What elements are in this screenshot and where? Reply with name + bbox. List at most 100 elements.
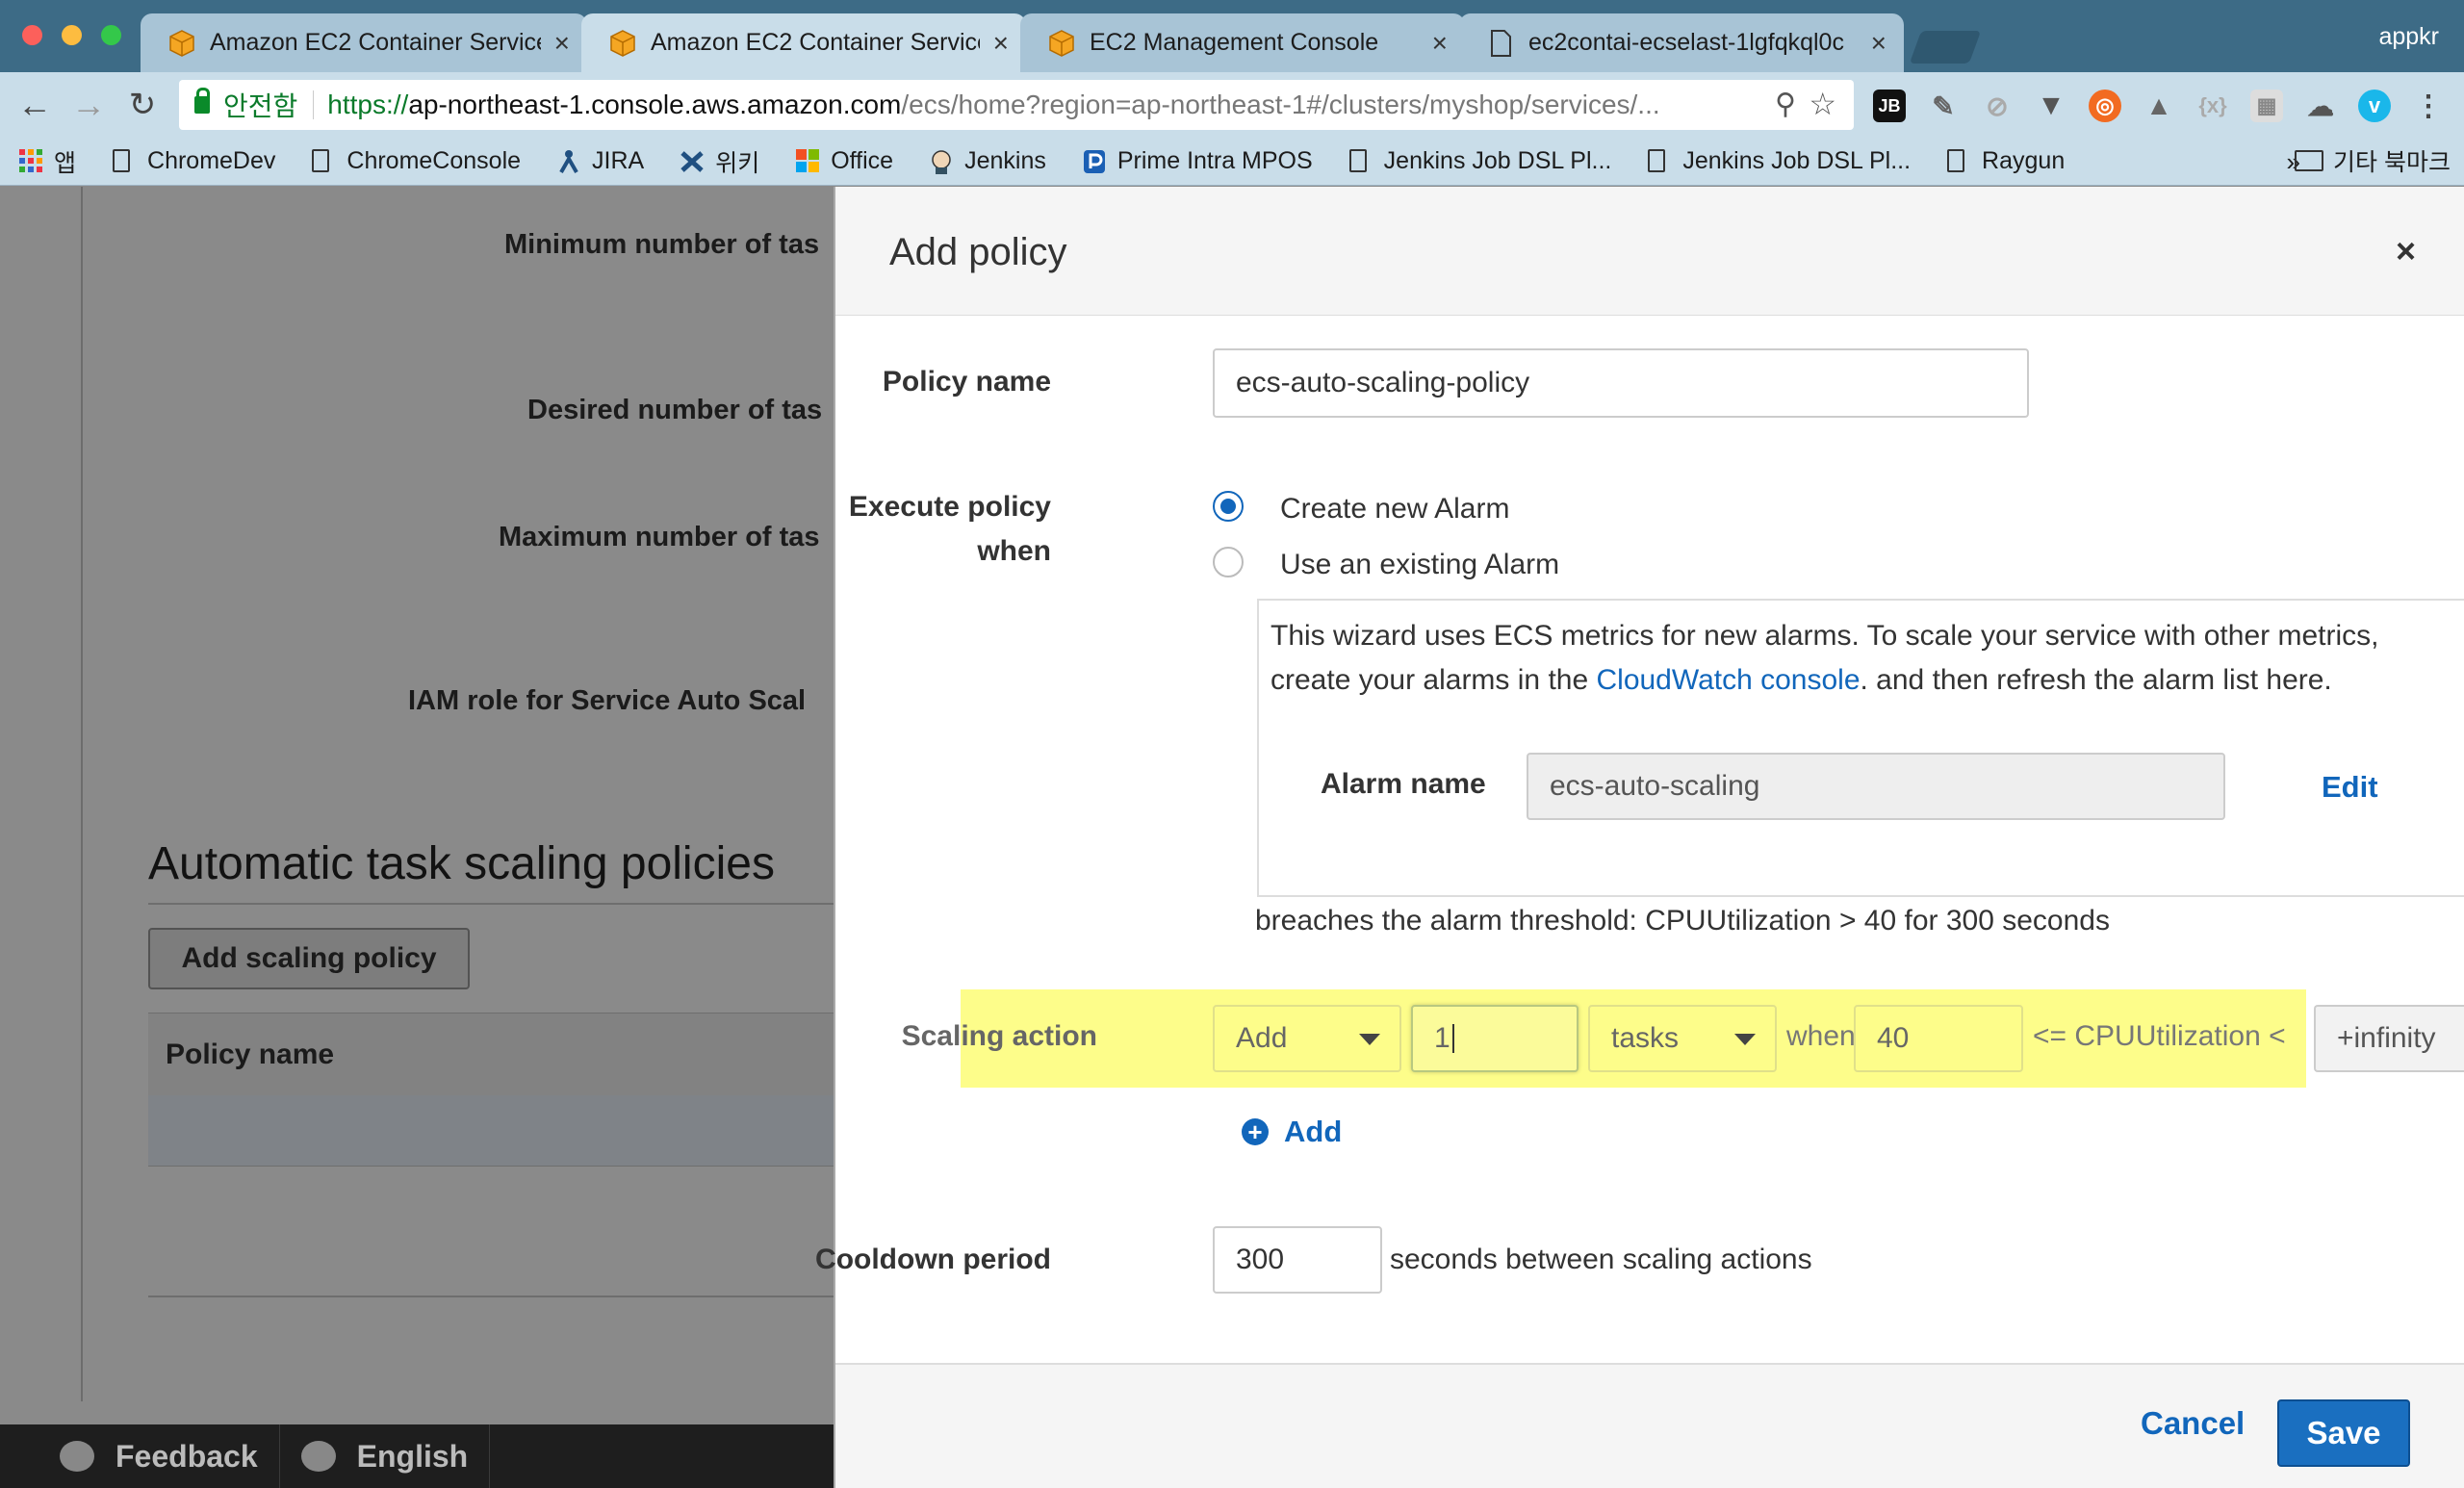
policy-name-input[interactable]: ecs-auto-scaling-policy bbox=[1213, 348, 2029, 418]
add-policy-modal: Add policy × Policy name ecs-auto-scalin… bbox=[815, 187, 2464, 1488]
close-icon[interactable]: × bbox=[2396, 231, 2416, 271]
lock-icon bbox=[194, 88, 210, 114]
mpos-icon bbox=[1083, 149, 1106, 174]
scaling-unit-value: tasks bbox=[1611, 1022, 1680, 1054]
add-step-label: Add bbox=[1284, 1115, 1343, 1148]
console-footer: Feedback English bbox=[0, 1424, 837, 1488]
tab-close-icon[interactable]: × bbox=[1871, 28, 1886, 59]
create-new-alarm-label[interactable]: Create new Alarm bbox=[1280, 493, 1509, 526]
bookmark-label: Jenkins Job DSL Pl... bbox=[1682, 147, 1912, 174]
tab-close-icon[interactable]: × bbox=[1432, 28, 1448, 59]
minimize-window-button[interactable] bbox=[62, 25, 82, 45]
browser-tab[interactable]: ec2contai-ecselast-1lgfqkql0c × bbox=[1459, 13, 1904, 72]
upper-bound-field: +infinity bbox=[2314, 1005, 2464, 1072]
modal-backdrop[interactable] bbox=[0, 187, 837, 1488]
page-icon bbox=[1488, 29, 1513, 57]
use-existing-alarm-radio[interactable] bbox=[1213, 547, 1244, 577]
vue-icon[interactable]: ▼ bbox=[2035, 90, 2067, 122]
tab-title: EC2 Management Console bbox=[1090, 29, 1379, 56]
page-icon bbox=[1348, 148, 1373, 174]
chevron-down-icon bbox=[1359, 1034, 1380, 1045]
create-new-alarm-radio[interactable] bbox=[1213, 491, 1244, 522]
other-bookmarks[interactable]: 기타 북마크 bbox=[2295, 143, 2451, 178]
plus-circle-icon: + bbox=[1242, 1118, 1269, 1145]
page-icon bbox=[1947, 148, 1970, 174]
tab-close-icon[interactable]: × bbox=[993, 28, 1009, 59]
aws-box-icon bbox=[1049, 29, 1074, 57]
bookmark-jenkins[interactable]: Jenkins bbox=[930, 147, 1046, 175]
vimeo-icon[interactable]: v bbox=[2358, 90, 2391, 122]
browser-toolbar: ← → ↻ 안전함 https:// ap-northeast-1.consol… bbox=[0, 72, 2464, 138]
bookmark-apps[interactable]: 앱 bbox=[19, 144, 76, 179]
browser-tab[interactable]: EC2 Management Console × bbox=[1020, 13, 1465, 72]
cloud-icon[interactable]: ☁ bbox=[2304, 90, 2337, 122]
globe-icon bbox=[300, 1441, 336, 1472]
new-tab-button[interactable] bbox=[1909, 31, 1982, 64]
scaling-amount-input[interactable]: 1 bbox=[1411, 1005, 1578, 1072]
bookmark-jira[interactable]: JIRA bbox=[557, 147, 644, 175]
tab-close-icon[interactable]: × bbox=[554, 28, 570, 59]
office-icon bbox=[796, 148, 820, 174]
cooldown-period-label: Cooldown period bbox=[815, 1244, 1051, 1275]
modal-title: Add policy bbox=[889, 231, 1067, 273]
ghost-icon[interactable]: ⊘ bbox=[1981, 90, 2014, 122]
feedback-button[interactable]: Feedback bbox=[0, 1424, 280, 1488]
bookmark-star-icon[interactable]: ☆ bbox=[1809, 86, 1836, 122]
profile-name[interactable]: appkr bbox=[2378, 23, 2439, 51]
language-selector[interactable]: English bbox=[280, 1424, 491, 1488]
scaling-unit-select[interactable]: tasks bbox=[1588, 1005, 1777, 1072]
ubuntu-icon[interactable]: ◎ bbox=[2089, 90, 2121, 122]
maximize-window-button[interactable] bbox=[101, 25, 121, 45]
language-label: English bbox=[356, 1438, 469, 1474]
zoom-icon[interactable]: ⚲ bbox=[1775, 88, 1796, 121]
alarm-name-field: ecs-auto-scaling bbox=[1527, 753, 2225, 820]
forward-arrow-icon[interactable]: → bbox=[67, 84, 110, 126]
bookmark-raygun[interactable]: Raygun bbox=[1947, 147, 2065, 175]
chevron-down-icon bbox=[1734, 1034, 1756, 1045]
lower-bound-input[interactable]: 40 bbox=[1854, 1005, 2023, 1072]
metric-condition-text: <= CPUUtilization < bbox=[2033, 1020, 2286, 1052]
folder-icon bbox=[2295, 150, 2324, 171]
bookmark-chromeconsole[interactable]: ChromeConsole bbox=[312, 147, 521, 175]
save-button[interactable]: Save bbox=[2277, 1399, 2410, 1467]
browser-tab-active[interactable]: Amazon EC2 Container Service × bbox=[581, 13, 1026, 72]
bracket-icon[interactable]: {x} bbox=[2196, 90, 2229, 122]
scaling-action-label: Scaling action bbox=[901, 1020, 1097, 1052]
address-bar[interactable]: 안전함 https:// ap-northeast-1.console.aws.… bbox=[179, 80, 1854, 130]
bookmark-label: JIRA bbox=[592, 147, 645, 174]
bookmark-jenkins-dsl-1[interactable]: Jenkins Job DSL Pl... bbox=[1348, 147, 1611, 175]
browser-tab[interactable]: Amazon EC2 Container Service × bbox=[141, 13, 587, 72]
cloudwatch-console-link[interactable]: CloudWatch console bbox=[1596, 664, 1860, 696]
text-cursor bbox=[1451, 1024, 1454, 1053]
execute-policy-when-label: when bbox=[977, 535, 1051, 567]
bookmark-wiki[interactable]: 위키 bbox=[680, 144, 759, 179]
bookmark-office[interactable]: Office bbox=[796, 147, 893, 175]
scaling-amount-value: 1 bbox=[1434, 1022, 1450, 1054]
reload-icon[interactable]: ↻ bbox=[121, 84, 164, 126]
bookmark-label: ChromeConsole bbox=[346, 147, 522, 174]
cancel-button[interactable]: Cancel bbox=[2141, 1405, 2245, 1442]
use-existing-alarm-label[interactable]: Use an existing Alarm bbox=[1280, 549, 1559, 581]
more-menu-icon[interactable]: ⋮ bbox=[2412, 90, 2445, 122]
bookmark-label: Prime Intra MPOS bbox=[1116, 147, 1313, 174]
edit-alarm-link[interactable]: Edit bbox=[2322, 770, 2378, 805]
url-scheme: https:// bbox=[327, 90, 409, 119]
back-arrow-icon[interactable]: ← bbox=[13, 84, 56, 126]
jira-icon bbox=[557, 149, 580, 174]
close-window-button[interactable] bbox=[22, 25, 42, 45]
jb-icon[interactable]: JB bbox=[1873, 90, 1906, 122]
page-icon bbox=[113, 148, 136, 174]
feather-icon[interactable]: ✎ bbox=[1927, 90, 1960, 122]
scaling-action-row: Scaling action Add 1 tasks when 40 <= CP… bbox=[902, 989, 2306, 1088]
bookmark-jenkins-dsl-2[interactable]: Jenkins Job DSL Pl... bbox=[1648, 147, 1911, 175]
cooldown-period-input[interactable]: 300 bbox=[1213, 1226, 1382, 1294]
grid-icon[interactable]: ▦ bbox=[2250, 90, 2283, 122]
bookmark-prime-intra-mpos[interactable]: Prime Intra MPOS bbox=[1083, 147, 1313, 175]
add-step-button[interactable]: + Add bbox=[1242, 1115, 1342, 1149]
scaling-action-select[interactable]: Add bbox=[1213, 1005, 1401, 1072]
wizard-text-end: . and then refresh the alarm list here. bbox=[1860, 664, 2332, 696]
bookmarks-bar: 앱 ChromeDev ChromeConsole JIRA 위키 Office… bbox=[0, 138, 2464, 186]
bookmark-chromedev[interactable]: ChromeDev bbox=[113, 147, 275, 175]
bookmark-label: Office bbox=[831, 147, 894, 174]
drive-icon[interactable]: ▲ bbox=[2143, 90, 2175, 122]
